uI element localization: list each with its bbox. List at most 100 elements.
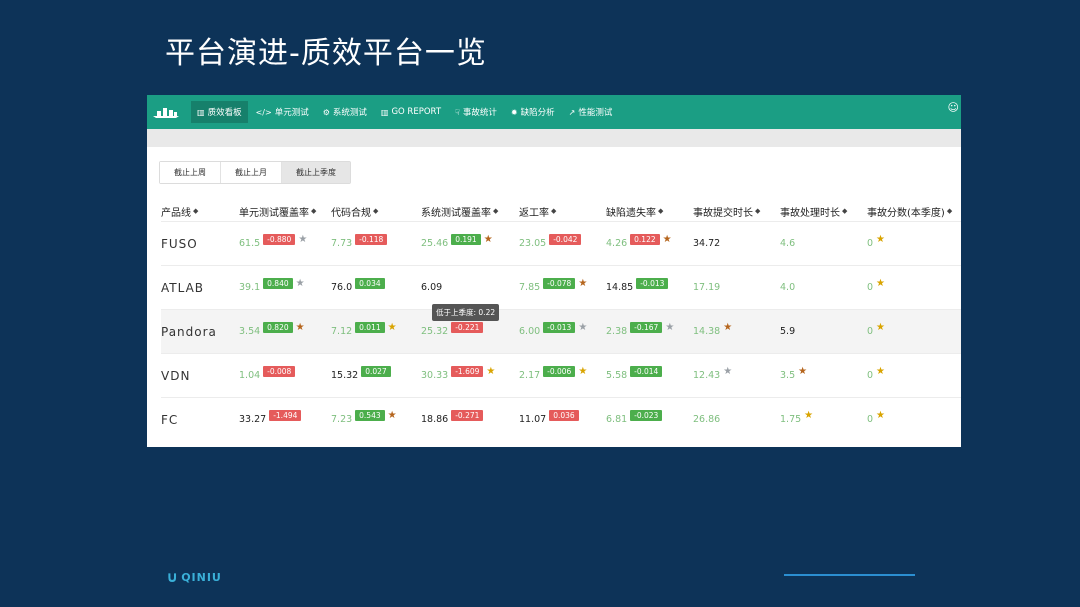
silver-medal-icon: ★	[665, 321, 675, 333]
column-header[interactable]: 返工率 ◆	[519, 204, 606, 219]
nav-item-1[interactable]: </> 单元测试	[250, 101, 315, 123]
delta-badge[interactable]: 0.034	[355, 278, 385, 289]
nav-item-3[interactable]: ▥ GO REPORT	[375, 101, 447, 123]
delta-badge[interactable]: -0.023	[630, 410, 663, 421]
nav-item-5[interactable]: ✹ 缺陷分析	[505, 101, 561, 123]
product-name: VDN	[161, 368, 191, 383]
delta-badge[interactable]: 0.543	[355, 410, 385, 421]
delta-badge[interactable]: -1.609	[451, 366, 484, 377]
nav-menu: ▥ 质效看板 </> 单元测试 ⚙ 系统测试 ▥ GO REPORT ☟ 事故统计 ✹ 缺陷分析 ↗ 性能…	[191, 101, 620, 123]
delta-badge[interactable]: 0.036	[549, 410, 579, 421]
metric-value: 3.5	[780, 370, 796, 381]
nav-item-0[interactable]: ▥ 质效看板	[191, 101, 248, 123]
sort-icon[interactable]: ◆	[493, 207, 498, 215]
metric-value: 0	[867, 414, 874, 425]
column-header[interactable]: 事故提交时长 ◆	[693, 204, 780, 219]
column-header[interactable]: 单元测试覆盖率 ◆	[239, 204, 331, 219]
delta-badge[interactable]: -0.880	[263, 234, 296, 245]
slide-title: 平台演进-质效平台一览	[165, 36, 487, 71]
column-header[interactable]: 缺陷遗失率 ◆	[606, 204, 693, 219]
column-header-label: 单元测试覆盖率	[239, 207, 309, 219]
product-name: ATLAB	[161, 280, 205, 295]
bar-chart-icon: ▥	[197, 107, 205, 117]
column-header-label: 缺陷遗失率	[606, 207, 656, 219]
silver-medal-icon: ★	[578, 321, 588, 333]
delta-badge[interactable]: 0.122	[630, 234, 660, 245]
table-row[interactable]: VDN 1.04 -0.008 15.32 0.027 30.33 -1.609 ★ 2.17-…	[161, 353, 961, 397]
tab-1[interactable]: 截止上月	[221, 162, 282, 183]
metric-value: 30.33	[421, 370, 449, 381]
gold-medal-icon: ★	[387, 321, 397, 333]
sort-icon[interactable]: ◆	[755, 207, 760, 215]
column-header[interactable]: 产品线 ◆	[161, 204, 239, 219]
delta-badge[interactable]: -0.167	[630, 322, 663, 333]
delta-badge[interactable]: -0.118	[355, 234, 388, 245]
nav-item-4[interactable]: ☟ 事故统计	[449, 101, 503, 123]
metric-value: 25.46	[421, 238, 449, 249]
metric-value: 7.85	[519, 282, 541, 293]
column-header[interactable]: 系统测试覆盖率 ◆	[421, 204, 519, 219]
metric-value: 0	[867, 282, 874, 293]
metric-cell: 1.75 ★	[780, 410, 867, 425]
sort-icon[interactable]: ◆	[551, 207, 556, 215]
column-header[interactable]: 事故处理时长 ◆	[780, 204, 867, 219]
delta-badge[interactable]: 0.820	[263, 322, 293, 333]
sort-icon[interactable]: ◆	[658, 207, 663, 215]
column-header[interactable]: 代码合规 ◆	[331, 204, 421, 219]
delta-badge[interactable]: -0.221	[451, 322, 484, 333]
delta-badge[interactable]: -0.078	[543, 278, 576, 289]
metric-cell: 4.6	[780, 238, 867, 249]
delta-badge[interactable]: -0.008	[263, 366, 296, 377]
user-icon[interactable]: ☺	[948, 101, 959, 114]
sort-icon[interactable]: ◆	[947, 207, 952, 215]
nav-item-label: 质效看板	[207, 108, 242, 118]
delta-badge[interactable]: -1.494	[269, 410, 302, 421]
metric-value: 7.73	[331, 238, 353, 249]
sort-icon[interactable]: ◆	[193, 207, 198, 215]
column-header-label: 事故提交时长	[693, 207, 753, 219]
metric-value: 15.32	[331, 370, 359, 381]
delta-badge[interactable]: -0.006	[543, 366, 576, 377]
delta-badge[interactable]: -0.013	[636, 278, 669, 289]
metric-cell: 0 ★	[867, 278, 961, 293]
metric-cell: 39.1 0.840 ★	[239, 278, 331, 293]
delta-badge[interactable]: 0.027	[361, 366, 391, 377]
metric-cell: 1.04 -0.008	[239, 366, 331, 381]
delta-badge[interactable]: -0.014	[630, 366, 663, 377]
metric-cell: 11.07 0.036	[519, 410, 606, 425]
table-row[interactable]: FC 33.27 -1.494 7.23 0.543 ★ 18.86 -0.271 11.07 0…	[161, 397, 961, 441]
table-row[interactable]: ATLAB 39.1 0.840 ★ 76.0 0.034 6.09 7.85 -0.078 ★ 1…	[161, 265, 961, 309]
nav-item-6[interactable]: ↗ 性能测试	[563, 101, 619, 123]
metric-value: 26.86	[693, 414, 721, 425]
metric-value: 17.19	[693, 282, 721, 293]
metric-value: 7.12	[331, 326, 353, 337]
metric-value: 12.43	[693, 370, 721, 381]
delta-badge[interactable]: 0.191	[451, 234, 481, 245]
metric-cell: 6.09	[421, 282, 519, 293]
delta-badge[interactable]: -0.013	[543, 322, 576, 333]
nav-item-2[interactable]: ⚙ 系统测试	[317, 101, 373, 123]
delta-badge[interactable]: -0.271	[451, 410, 484, 421]
nav-item-label: 缺陷分析	[520, 108, 555, 118]
delta-badge[interactable]: -0.042	[549, 234, 582, 245]
tab-0[interactable]: 截止上周	[160, 162, 221, 183]
delta-badge[interactable]: 0.840	[263, 278, 293, 289]
metric-cell: 0 ★	[867, 234, 961, 249]
sort-icon[interactable]: ◆	[842, 207, 847, 215]
sort-icon[interactable]: ◆	[373, 207, 378, 215]
column-header-label: 系统测试覆盖率	[421, 207, 491, 219]
table-row[interactable]: Pandora 3.54 0.820 ★ 7.12 0.011 ★ 25.32 -0.221 6.…	[161, 309, 961, 353]
metric-cell: 3.5 ★	[780, 366, 867, 381]
dashboard-panel: ▥ 质效看板 </> 单元测试 ⚙ 系统测试 ▥ GO REPORT ☟ 事故统计 ✹ 缺陷分析 ↗ 性能…	[147, 95, 961, 447]
metric-cell: 6.00 -0.013 ★	[519, 321, 606, 337]
column-header[interactable]: 事故分数(本季度) ◆	[867, 204, 961, 219]
metric-cell: 2.17 -0.006 ★	[519, 366, 606, 381]
app-logo-icon[interactable]	[151, 102, 181, 122]
metric-value: 6.00	[519, 326, 541, 337]
delta-badge[interactable]: 0.011	[355, 322, 385, 333]
sort-icon[interactable]: ◆	[311, 207, 316, 215]
table-row[interactable]: FUSO 61.5 -0.880 ★ 7.73 -0.118 25.46 0.191 ★ 23.0…	[161, 221, 961, 265]
tab-2[interactable]: 截止上季度	[282, 162, 350, 183]
line-chart-icon: ↗	[568, 107, 576, 117]
metric-cell: 5.58 -0.014	[606, 366, 693, 381]
